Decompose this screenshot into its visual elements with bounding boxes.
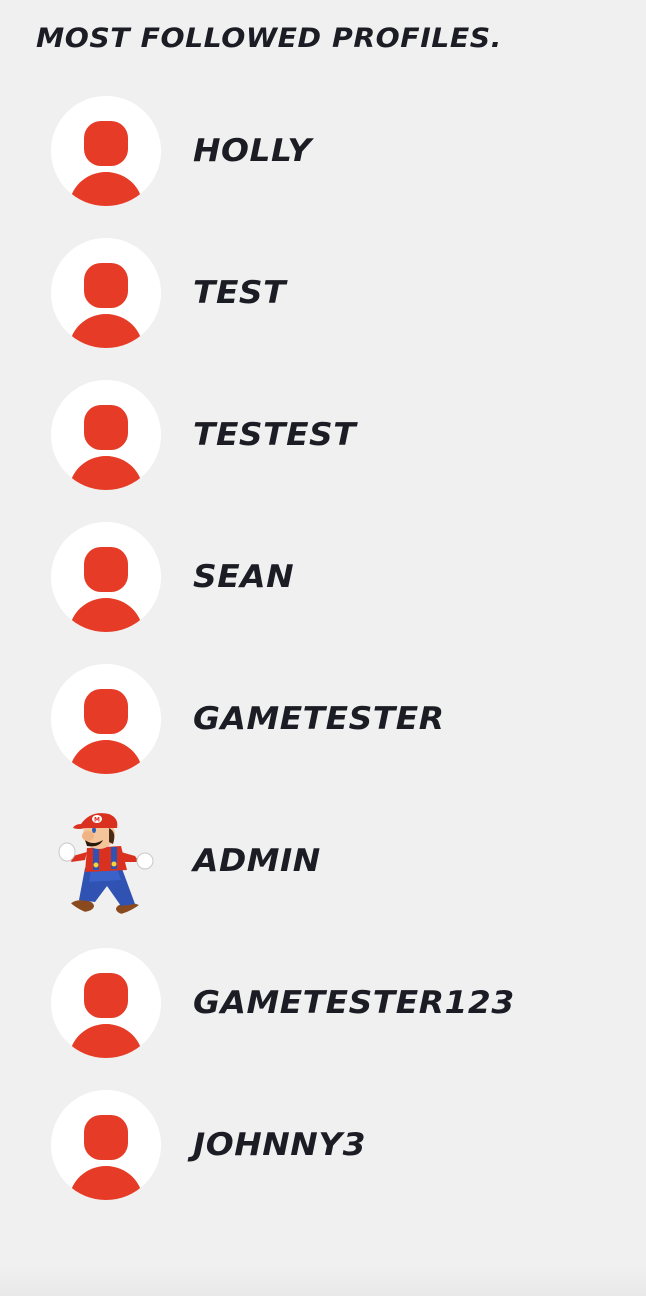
mario-character-avatar-icon[interactable]: M xyxy=(51,806,161,916)
page-title: MOST FOLLOWED PROFILES. xyxy=(36,23,502,54)
profile-username[interactable]: ADMIN xyxy=(193,844,321,878)
profile-username[interactable]: GAMETESTER xyxy=(193,702,445,736)
profile-item-testest[interactable]: TESTEST xyxy=(0,380,646,490)
default-avatar-icon[interactable] xyxy=(51,948,161,1058)
profile-item-sean[interactable]: SEAN xyxy=(0,522,646,632)
profile-username[interactable]: HOLLY xyxy=(193,134,312,168)
page-footer-edge xyxy=(0,1266,646,1296)
default-avatar-icon[interactable] xyxy=(51,380,161,490)
profile-username[interactable]: GAMETESTER123 xyxy=(193,986,515,1020)
profile-item-holly[interactable]: HOLLY xyxy=(0,96,646,206)
default-avatar-icon[interactable] xyxy=(51,96,161,206)
profile-list: HOLLY TEST TESTEST SEAN GAMETESTER M ADM… xyxy=(0,96,646,1232)
default-avatar-icon[interactable] xyxy=(51,522,161,632)
profile-username[interactable]: TEST xyxy=(193,276,286,310)
profile-item-gametester123[interactable]: GAMETESTER123 xyxy=(0,948,646,1058)
profile-username[interactable]: SEAN xyxy=(193,560,294,594)
profile-item-gametester[interactable]: GAMETESTER xyxy=(0,664,646,774)
profile-username[interactable]: TESTEST xyxy=(193,418,356,452)
default-avatar-icon[interactable] xyxy=(51,238,161,348)
default-avatar-icon[interactable] xyxy=(51,1090,161,1200)
profile-item-admin[interactable]: M ADMIN xyxy=(0,806,646,916)
profile-item-test[interactable]: TEST xyxy=(0,238,646,348)
profile-item-johnny3[interactable]: JOHNNY3 xyxy=(0,1090,646,1200)
default-avatar-icon[interactable] xyxy=(51,664,161,774)
profile-username[interactable]: JOHNNY3 xyxy=(193,1128,366,1162)
svg-text:M: M xyxy=(94,817,100,824)
